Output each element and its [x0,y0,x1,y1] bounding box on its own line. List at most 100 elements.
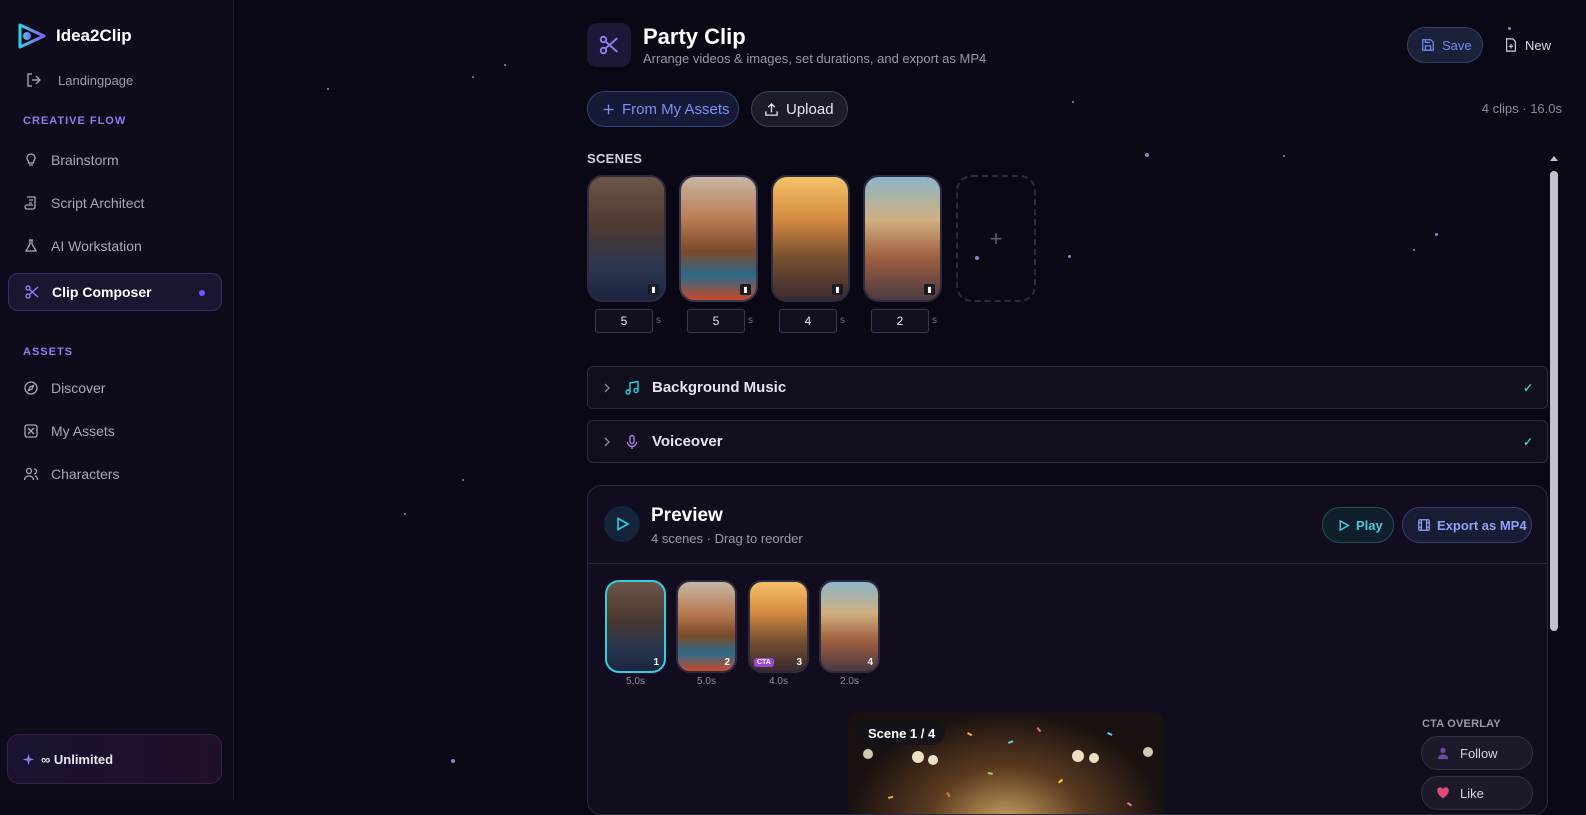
upload-label: Upload [786,100,834,118]
active-indicator [199,290,205,296]
follow-label: Follow [1460,745,1498,761]
sidebar-item-label: Discover [51,380,106,396]
scene-indicator: Scene 1 / 4 [858,722,946,745]
play-button[interactable]: Play [1322,507,1394,543]
creative-flow-label: CREATIVE FLOW [23,115,127,127]
scrollbar-thumb[interactable] [1550,171,1558,631]
star-decoration [1283,155,1285,157]
scene-card[interactable]: ▮ [587,175,666,302]
chevron-right-icon [604,383,610,392]
scene-card[interactable]: ▮ [863,175,942,302]
duration-unit: s [656,315,661,326]
sidebar-item-brainstorm[interactable]: Brainstorm [8,141,222,179]
sidebar-item-label: Clip Composer [52,284,152,300]
scene-duration-input[interactable]: 5 [687,309,745,333]
sidebar-item-discover[interactable]: Discover [8,369,222,407]
play-icon [1339,519,1350,531]
star-decoration [1072,101,1074,103]
from-my-assets-button[interactable]: From My Assets [587,91,739,127]
save-icon [1422,39,1434,51]
star-decoration [1145,153,1149,157]
save-label: Save [1442,37,1472,53]
user-icon [1437,747,1449,760]
compass-icon [24,381,38,395]
scroll-icon [24,196,36,210]
landingpage-link[interactable]: Landingpage [26,72,133,88]
sidebar-item-script-architect[interactable]: Script Architect [8,184,222,222]
add-scene-button[interactable]: + [956,175,1036,302]
flask-icon [24,239,38,252]
lightbulb-icon [26,153,36,166]
thumb-duration: 4.0s [769,676,788,687]
star-decoration [462,479,464,481]
cta-like-button[interactable]: Like [1421,776,1533,810]
video-icon: ▮ [832,284,843,295]
upload-button[interactable]: Upload [751,91,848,127]
plan-badge[interactable]: ∞ Unlimited [7,734,222,784]
sparkle-icon [22,753,35,765]
thumb-duration: 5.0s [626,676,645,687]
thumb-number: 1 [653,657,659,668]
scene-duration-input[interactable]: 5 [595,309,653,333]
thumb-duration: 2.0s [840,676,859,687]
preview-title: Preview [651,505,723,526]
thumb-number: 3 [796,657,802,668]
video-icon: ▮ [924,284,935,295]
clip-summary: 4 clips · 16.0s [1481,101,1562,116]
scene-card[interactable]: ▮ [679,175,758,302]
new-file-icon [1506,38,1516,52]
save-button[interactable]: Save [1407,27,1483,63]
cta-follow-button[interactable]: Follow [1421,736,1533,770]
check-icon: ✓ [1522,380,1533,395]
background-music-label: Background Music [652,379,787,396]
new-label: New [1525,37,1552,53]
export-mp4-button[interactable]: Export as MP4 [1402,507,1532,543]
scene-card[interactable]: ▮ [771,175,850,302]
duration-unit: s [748,315,753,326]
sidebar-item-label: Script Architect [51,195,145,211]
sidebar-item-my-assets[interactable]: My Assets [8,412,222,450]
voiceover-panel[interactable]: Voiceover ✓ [587,420,1548,463]
app-logo[interactable]: Idea2Clip [16,22,132,50]
sidebar-item-clip-composer[interactable]: Clip Composer [8,273,222,311]
music-icon [625,380,639,395]
video-icon: ▮ [740,284,751,295]
export-label: Export as MP4 [1437,517,1527,533]
plan-label: ∞ Unlimited [41,751,114,767]
preview-thumb[interactable]: CTA 3 [748,580,809,673]
sidebar-item-label: AI Workstation [51,238,142,254]
page-subtitle: Arrange videos & images, set durations, … [643,51,987,66]
scrollbar[interactable] [1548,151,1560,800]
sidebar-item-characters[interactable]: Characters [8,455,222,493]
scissors-icon [599,35,618,55]
star-decoration [404,513,406,515]
preview-thumb[interactable]: 2 [676,580,737,673]
clip-composer-badge [587,23,631,67]
logout-icon [27,73,41,87]
scenes-heading: SCENES [587,151,643,166]
star-decoration [1435,233,1438,236]
thumb-duration: 5.0s [697,676,716,687]
preview-thumb[interactable]: 1 [605,580,666,673]
scene-duration-input[interactable]: 4 [779,309,837,333]
star-decoration [504,64,506,66]
logo-icon [18,23,46,49]
app-name: Idea2Clip [56,26,132,45]
check-icon: ✓ [1522,434,1533,449]
users-icon [23,467,39,481]
chevron-right-icon [604,437,610,446]
preview-thumb[interactable]: 4 [819,580,880,673]
preview-subtitle: 4 scenes · Drag to reorder [651,531,803,546]
new-button[interactable]: New [1504,27,1551,63]
cta-overlay-heading: CTA OVERLAY [1422,718,1501,730]
assets-icon [24,424,38,438]
sidebar-item-label: Brainstorm [51,152,119,168]
background-music-panel[interactable]: Background Music ✓ [587,366,1548,409]
sidebar-item-label: Characters [51,466,120,482]
star-decoration [451,759,455,763]
thumb-number: 2 [724,657,730,668]
scene-duration-input[interactable]: 2 [871,309,929,333]
voiceover-label: Voiceover [652,433,723,450]
sidebar-item-ai-workstation[interactable]: AI Workstation [8,227,222,265]
microphone-icon [626,434,638,449]
